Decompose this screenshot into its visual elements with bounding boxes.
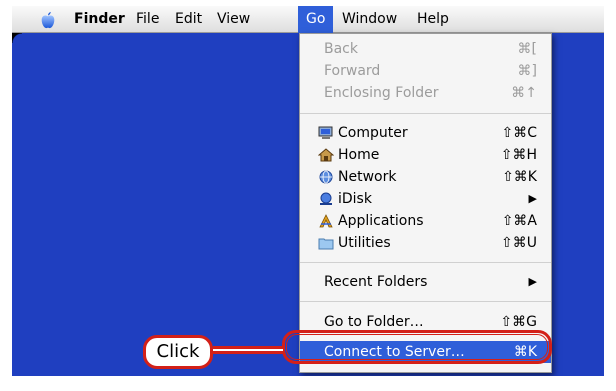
menu-item-label: Recent Folders bbox=[324, 274, 428, 290]
menu-item-shortcut: ⌘] bbox=[517, 63, 537, 79]
submenu-arrow-icon: ▶ bbox=[528, 192, 537, 205]
menu-item-enclosing-folder[interactable]: Enclosing Folder ⌘↑ bbox=[300, 82, 551, 104]
menu-item-shortcut: ⇧⌘K bbox=[502, 169, 537, 185]
home-icon bbox=[318, 148, 334, 162]
menu-item-home[interactable]: Home ⇧⌘H bbox=[300, 144, 551, 166]
menu-item-utilities[interactable]: Utilities ⇧⌘U bbox=[300, 232, 551, 254]
menu-item-label: Network bbox=[338, 169, 397, 185]
menu-item-applications[interactable]: Applications ⇧⌘A bbox=[300, 210, 551, 232]
menu-item-forward[interactable]: Forward ⌘] bbox=[300, 60, 551, 82]
menu-item-label: Utilities bbox=[338, 235, 391, 251]
menu-help[interactable]: Help bbox=[417, 6, 449, 33]
callout-connector bbox=[213, 346, 283, 354]
menu-finder[interactable]: Finder bbox=[74, 6, 125, 33]
menu-separator bbox=[300, 113, 551, 114]
menu-item-recent-folders[interactable]: Recent Folders ▶ bbox=[300, 271, 551, 293]
utilities-icon bbox=[318, 238, 334, 250]
menu-edit[interactable]: Edit bbox=[175, 6, 202, 33]
menu-item-label: Computer bbox=[338, 125, 408, 141]
menu-item-shortcut: ⇧⌘A bbox=[501, 213, 537, 229]
menu-item-label: Home bbox=[338, 147, 380, 163]
apple-menu-icon[interactable] bbox=[39, 11, 57, 29]
screen-corner bbox=[12, 33, 22, 43]
menu-item-idisk[interactable]: iDisk ▶ bbox=[300, 188, 551, 210]
highlight-callout-inner-border bbox=[286, 334, 548, 360]
network-icon bbox=[319, 170, 333, 184]
menu-item-shortcut: ⇧⌘U bbox=[501, 235, 537, 251]
menu-item-shortcut: ⌘↑ bbox=[511, 85, 537, 101]
menu-item-shortcut: ⇧⌘H bbox=[500, 147, 537, 163]
desktop: Finder File Edit View Go Window Help Bac… bbox=[12, 6, 604, 376]
menu-view[interactable]: View bbox=[217, 6, 250, 33]
go-menu: Back ⌘[ Forward ⌘] Enclosing Folder ⌘↑ C… bbox=[299, 33, 552, 373]
computer-icon bbox=[318, 126, 333, 139]
menu-item-network[interactable]: Network ⇧⌘K bbox=[300, 166, 551, 188]
click-callout-label: Click bbox=[143, 335, 213, 369]
menu-separator bbox=[300, 262, 551, 263]
submenu-arrow-icon: ▶ bbox=[528, 275, 537, 288]
menu-bar: Finder File Edit View Go Window Help bbox=[12, 6, 604, 33]
menu-item-shortcut: ⇧⌘C bbox=[501, 125, 537, 141]
menu-item-label: Back bbox=[324, 41, 358, 57]
menu-item-shortcut: ⌘[ bbox=[517, 41, 537, 57]
idisk-icon bbox=[320, 192, 332, 205]
menu-item-back[interactable]: Back ⌘[ bbox=[300, 38, 551, 60]
applications-icon bbox=[319, 214, 333, 228]
menu-item-label: Forward bbox=[324, 63, 381, 79]
menu-go[interactable]: Go bbox=[298, 6, 334, 33]
menu-item-computer[interactable]: Computer ⇧⌘C bbox=[300, 122, 551, 144]
menu-file[interactable]: File bbox=[136, 6, 159, 33]
menu-window[interactable]: Window bbox=[342, 6, 397, 33]
menu-item-label: Applications bbox=[338, 213, 424, 229]
menu-item-label: iDisk bbox=[338, 191, 372, 207]
menu-separator bbox=[300, 301, 551, 302]
menu-item-label: Enclosing Folder bbox=[324, 85, 439, 101]
